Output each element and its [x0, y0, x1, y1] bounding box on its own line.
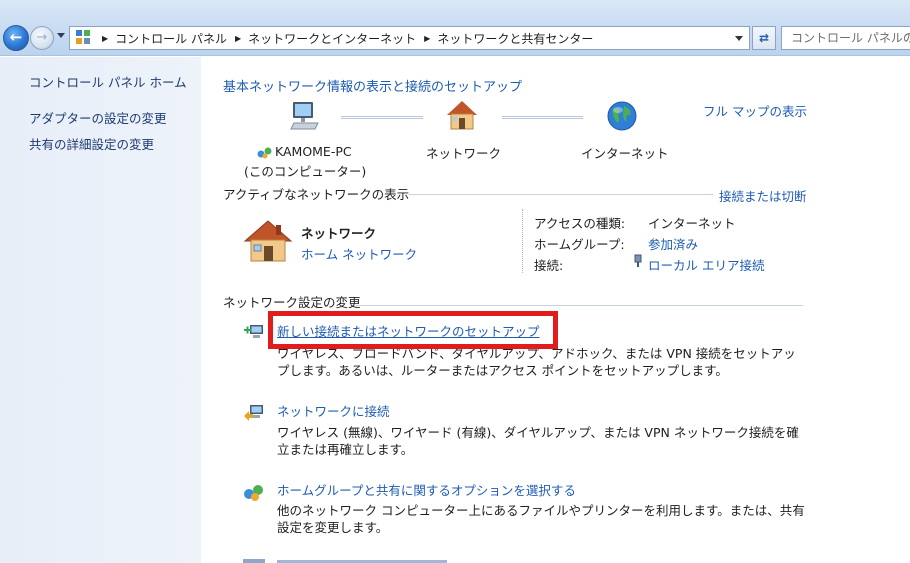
computer-name-label: KAMOME-PC — [257, 144, 352, 159]
active-networks-heading: アクティブなネットワークの表示 — [223, 186, 410, 202]
local-area-connection-link[interactable]: ローカル エリア接続 — [648, 255, 764, 274]
forward-button[interactable]: → — [30, 26, 54, 50]
connections-label: 接続: — [534, 258, 564, 273]
homegroup-sharing-options-link[interactable]: ホームグループと共有に関するオプションを選択する — [277, 480, 576, 499]
divider — [522, 209, 523, 273]
connect-to-network-icon — [243, 402, 265, 422]
network-type-link[interactable]: ホーム ネットワーク — [301, 244, 417, 263]
computer-icon[interactable] — [287, 101, 321, 131]
change-settings-heading: ネットワーク設定の変更 — [223, 294, 361, 310]
connect-to-network-desc: ワイヤレス (無線)、ワイヤード (有線)、ダイヤルアップ、または VPN ネッ… — [277, 425, 799, 457]
active-network-name: ネットワーク — [301, 226, 377, 241]
highlight-box — [268, 311, 558, 349]
internet-globe-icon[interactable] — [606, 100, 638, 132]
address-bar-area: ← → ▶ コントロール パネル ▶ ネットワークとインターネット ▶ ネットワ… — [0, 0, 910, 56]
breadcrumb-item-control-panel[interactable]: コントロール パネル — [115, 30, 227, 47]
homegroup-icon — [257, 147, 272, 158]
ethernet-icon — [633, 254, 643, 268]
refresh-button[interactable]: ⇄ — [752, 26, 776, 50]
connection-line — [341, 116, 423, 119]
recent-pages-chevron-down-icon[interactable] — [57, 33, 65, 38]
access-type-label: アクセスの種類: — [534, 216, 626, 231]
new-connection-icon — [243, 321, 265, 341]
network-node-label: ネットワーク — [426, 146, 502, 161]
connect-to-network-link[interactable]: ネットワークに接続 — [277, 401, 390, 420]
breadcrumb-arrow-icon[interactable]: ▶ — [102, 34, 108, 43]
homegroup-sharing-icon — [243, 482, 265, 502]
divider — [409, 194, 713, 195]
new-connection-desc: ワイヤレス、ブロードバンド、ダイヤルアップ、アドホック、または VPN 接続をセ… — [277, 346, 796, 378]
network-house-icon — [243, 219, 293, 263]
connect-or-disconnect-link[interactable]: 接続または切断 — [719, 186, 807, 205]
sidebar-item-control-panel-home[interactable]: コントロール パネル ホーム — [29, 72, 187, 91]
address-box[interactable]: ▶ コントロール パネル ▶ ネットワークとインターネット ▶ ネットワークと共… — [69, 26, 750, 50]
address-dropdown-icon[interactable] — [735, 36, 743, 41]
homegroup-label: ホームグループ: — [534, 237, 625, 252]
search-input[interactable]: コントロール パネルの検索 — [781, 26, 910, 50]
connection-line — [502, 116, 583, 119]
network-map-title: 基本ネットワーク情報の表示と接続のセットアップ — [223, 80, 523, 95]
control-panel-icon — [76, 30, 92, 46]
sidebar: コントロール パネル ホーム アダプターの設定の変更 共有の詳細設定の変更 — [0, 57, 201, 563]
breadcrumb-item-network-internet[interactable]: ネットワークとインターネット — [248, 30, 416, 47]
sidebar-item-advanced-sharing-settings[interactable]: 共有の詳細設定の変更 — [29, 134, 154, 153]
sidebar-item-change-adapter-settings[interactable]: アダプターの設定の変更 — [29, 108, 167, 127]
breadcrumb-arrow-icon[interactable]: ▶ — [424, 34, 430, 43]
breadcrumb-arrow-icon[interactable]: ▶ — [235, 34, 241, 43]
main-content: 基本ネットワーク情報の表示と接続のセットアップ フル マップの表示 KAMOME… — [201, 57, 910, 563]
homegroup-link[interactable]: 参加済み — [648, 234, 698, 253]
full-map-link[interactable]: フル マップの表示 — [703, 101, 807, 120]
troubleshoot-icon — [243, 559, 265, 563]
internet-node-label: インターネット — [581, 146, 669, 161]
divider — [356, 305, 803, 306]
breadcrumb-item-network-sharing-center[interactable]: ネットワークと共有センター — [437, 30, 593, 47]
homegroup-sharing-desc: 他のネットワーク コンピューター上にあるファイルやプリンターを利用します。または… — [277, 503, 805, 535]
breadcrumb: ▶ コントロール パネル ▶ ネットワークとインターネット ▶ ネットワークと共… — [98, 30, 593, 47]
back-button[interactable]: ← — [3, 25, 29, 51]
computer-sub-label: (このコンピューター) — [244, 164, 367, 179]
access-type-value: インターネット — [648, 216, 736, 231]
network-house-icon[interactable] — [445, 99, 479, 131]
